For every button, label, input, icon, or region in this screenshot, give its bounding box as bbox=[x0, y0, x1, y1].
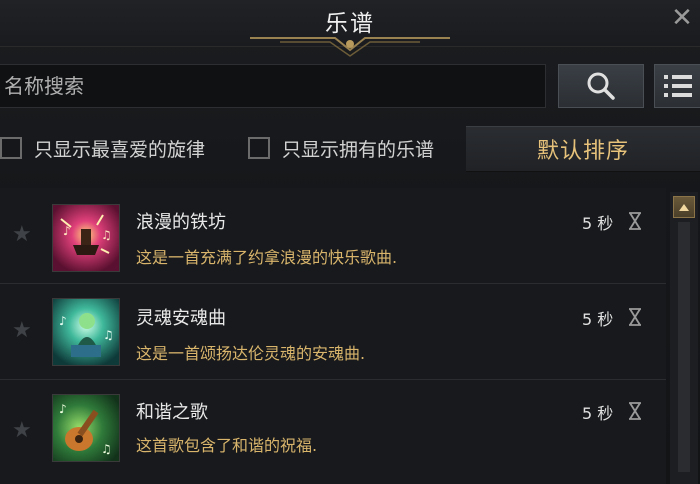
song-description: 这是一首颂扬达伦灵魂的安魂曲. bbox=[136, 344, 366, 363]
favorite-star-icon[interactable]: ★ bbox=[12, 318, 36, 343]
owned-filter-label: 只显示拥有的乐谱 bbox=[282, 138, 435, 161]
hourglass-icon bbox=[629, 212, 641, 230]
close-icon: ✕ bbox=[671, 3, 693, 33]
song-row[interactable]: ★ ♪ ♫ 浪漫的铁坊 这是一首充满了约拿浪漫的快乐歌曲. 5 秒 bbox=[0, 188, 666, 284]
search-input-container bbox=[0, 64, 549, 108]
search-input[interactable] bbox=[0, 65, 549, 107]
scrollbar-track[interactable] bbox=[678, 222, 690, 472]
song-duration: 5 秒 bbox=[582, 214, 614, 233]
favorites-filter[interactable]: 只显示最喜爱的旋律 bbox=[0, 132, 205, 164]
title-bar: 乐谱 ✕ bbox=[0, 0, 700, 57]
list-icon bbox=[663, 75, 692, 97]
hourglass-icon bbox=[629, 308, 641, 326]
romantic-anvil-icon: ♪ ♫ bbox=[52, 204, 120, 272]
svg-text:♫: ♫ bbox=[103, 328, 114, 342]
list-scrollbar[interactable] bbox=[670, 192, 698, 484]
song-description: 这是一首充满了约拿浪漫的快乐歌曲. bbox=[136, 248, 398, 267]
favorite-star-icon[interactable]: ★ bbox=[12, 418, 36, 443]
song-row[interactable]: ★ ♪ ♫ 灵魂安魂曲 这是一首颂扬达伦灵魂的安魂曲. 5 秒 bbox=[0, 284, 666, 380]
song-list: ★ ♪ ♫ 浪漫的铁坊 这是一首充满了约拿浪漫的快乐歌曲. 5 秒 ★ ♪ ♫ … bbox=[0, 188, 666, 484]
owned-checkbox[interactable] bbox=[248, 137, 270, 159]
svg-text:♫: ♫ bbox=[101, 442, 112, 456]
song-duration: 5 秒 bbox=[582, 404, 614, 423]
hourglass-icon bbox=[629, 402, 641, 420]
song-description: 这首歌包含了和谐的祝福. bbox=[136, 436, 318, 455]
scroll-up-button[interactable] bbox=[673, 196, 695, 218]
owned-filter[interactable]: 只显示拥有的乐谱 bbox=[248, 132, 434, 164]
soul-requiem-icon: ♪ ♫ bbox=[52, 298, 120, 366]
song-duration: 5 秒 bbox=[582, 310, 614, 329]
favorites-checkbox[interactable] bbox=[0, 137, 22, 159]
favorites-filter-label: 只显示最喜爱的旋律 bbox=[34, 138, 206, 161]
song-title: 浪漫的铁坊 bbox=[136, 212, 226, 233]
close-button[interactable]: ✕ bbox=[664, 0, 700, 36]
svg-text:♪: ♪ bbox=[59, 314, 67, 328]
svg-text:♪: ♪ bbox=[59, 402, 67, 416]
song-row[interactable]: ★ ♪ ♫ 和谐之歌 这首歌包含了和谐的祝福. 5 秒 bbox=[0, 380, 666, 476]
list-view-button[interactable] bbox=[654, 64, 700, 108]
search-icon bbox=[587, 72, 615, 100]
harmony-guitar-icon: ♪ ♫ bbox=[52, 394, 120, 462]
svg-text:♪: ♪ bbox=[63, 224, 71, 238]
song-title: 灵魂安魂曲 bbox=[136, 308, 226, 329]
search-button[interactable] bbox=[558, 64, 644, 108]
song-title: 和谐之歌 bbox=[136, 402, 208, 423]
title-ornament-icon bbox=[250, 37, 450, 57]
music-score-window: 乐谱 ✕ 只显示最喜爱的旋律 只显示拥有的乐谱 默认排序 bbox=[0, 0, 700, 484]
svg-text:♫: ♫ bbox=[101, 228, 112, 242]
chevron-up-icon bbox=[679, 204, 689, 211]
favorite-star-icon[interactable]: ★ bbox=[12, 222, 36, 247]
sort-button[interactable]: 默认排序 bbox=[466, 126, 700, 172]
